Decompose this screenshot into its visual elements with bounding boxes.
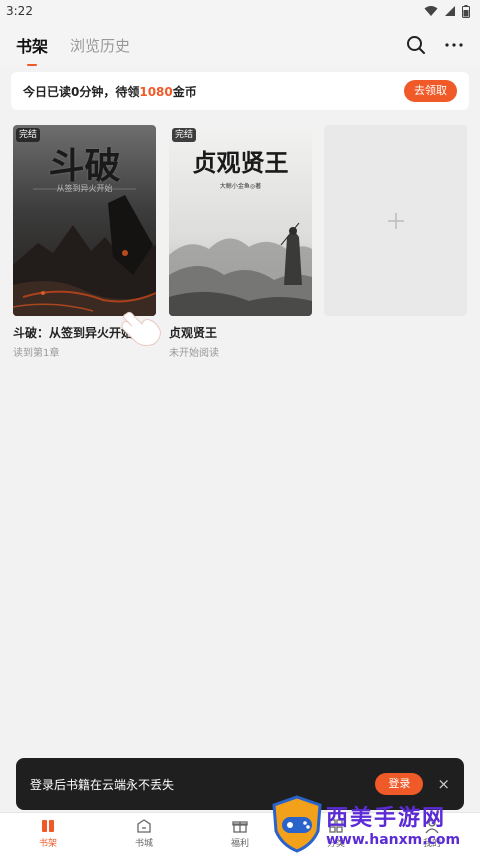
tab-bookshelf[interactable]: 书架 — [16, 33, 48, 66]
status-icons — [424, 4, 470, 18]
gift-icon — [232, 821, 248, 833]
book-progress: 未开始阅读 — [169, 348, 219, 359]
watermark-title: 西美手游网 — [326, 806, 447, 831]
book-title[interactable]: 贞观贤王 — [169, 324, 312, 341]
nav-label: 福利 — [230, 839, 249, 849]
header-actions — [404, 33, 466, 57]
cover-subtitle: 从签到异火开始 — [56, 184, 113, 193]
more-icon[interactable] — [442, 33, 466, 57]
nav-label: 书架 — [38, 839, 57, 849]
battery-icon — [462, 4, 470, 18]
bookshelf-icon — [42, 820, 54, 832]
cover-title: 贞观贤王 — [192, 148, 289, 177]
book-cover[interactable]: 斗破 从签到异火开始 完结 — [13, 125, 156, 316]
add-book-button[interactable] — [324, 125, 467, 316]
tab-history[interactable]: 浏览历史 — [70, 35, 130, 56]
claim-reward-button[interactable]: 去领取 — [404, 80, 457, 102]
header: 书架 浏览历史 — [0, 22, 480, 68]
wifi-icon — [424, 6, 438, 16]
watermark-url: www.hanxm.com — [326, 832, 461, 848]
gamepad-shield-logo — [272, 795, 322, 853]
nav-bookshelf[interactable]: 书架 — [0, 813, 96, 854]
status-time: 3:22 — [6, 4, 33, 18]
status-bar: 3:22 — [0, 0, 480, 22]
cover-author: 大鲸小金鱼◎著 — [219, 183, 262, 190]
toast-text: 登录后书籍在云端永不丢失 — [30, 777, 175, 792]
cover-title: 斗破 — [48, 145, 121, 187]
site-watermark: 西美手游网 www.hanxm.com — [268, 794, 476, 854]
reward-text: 今日已读0分钟，待领1080金币 — [23, 84, 197, 99]
login-button[interactable]: 登录 — [375, 773, 424, 795]
book-card-zhenguan[interactable]: 贞观贤王 大鲸小金鱼◎著 完结 贞观贤王 未开始阅读 — [169, 125, 312, 359]
completed-badge: 完结 — [172, 128, 197, 142]
plus-icon — [387, 212, 404, 229]
search-icon[interactable] — [404, 33, 428, 57]
reading-reward-banner: 今日已读0分钟，待领1080金币 去领取 — [11, 72, 469, 110]
tap-hand-icon — [121, 311, 161, 347]
close-icon[interactable]: × — [437, 775, 450, 793]
book-cover[interactable]: 贞观贤王 大鲸小金鱼◎著 完结 — [169, 125, 312, 316]
signal-icon — [445, 6, 455, 16]
nav-label: 书城 — [134, 839, 153, 849]
completed-badge: 完结 — [16, 128, 41, 142]
bookstore-icon — [137, 819, 151, 833]
nav-bookstore[interactable]: 书城 — [96, 813, 192, 854]
watermark-text: 西美手游网 www.hanxm.com — [326, 800, 460, 848]
reward-amount: 1080 — [139, 84, 173, 99]
